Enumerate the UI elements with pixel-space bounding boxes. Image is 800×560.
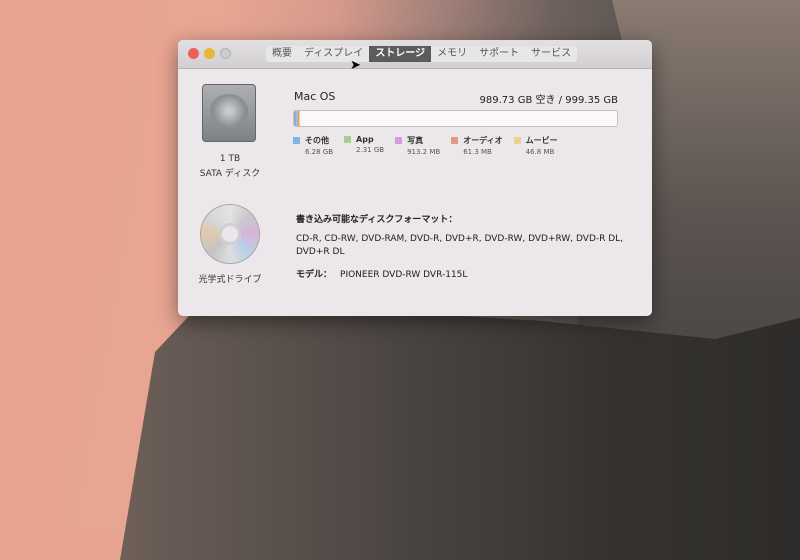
color-swatch <box>395 137 403 144</box>
tab-bar: 概要 ディスプレイ ストレージ メモリ サポート サービス <box>266 46 578 62</box>
legend-apps: App 2.31 GB <box>344 135 384 156</box>
disk-type: SATA ディスク <box>199 169 261 179</box>
color-swatch <box>513 137 521 144</box>
legend-size: 2.31 GB <box>356 146 385 154</box>
hard-disk-icon <box>202 84 256 142</box>
legend-other: その他 6.28 GB <box>293 135 333 156</box>
tab-service[interactable]: サービス <box>525 46 577 62</box>
optical-drive-label: 光学式ドライブ <box>198 275 262 285</box>
optical-disc-icon <box>200 204 260 264</box>
formats-heading: 書き込み可能なディスクフォーマット： <box>296 215 458 225</box>
color-swatch <box>344 136 352 143</box>
storage-legend: その他 6.28 GB App 2.31 GB 写真 913.2 MB オーディオ 61… <box>293 135 569 156</box>
close-button[interactable] <box>188 48 199 59</box>
drive-model: モデル： PIONEER DVD-RW DVR-115L <box>296 267 467 280</box>
usage-segment <box>299 111 301 126</box>
legend-size: 46.8 MB <box>525 148 555 156</box>
formats-list: CD-R, CD-RW, DVD-RAM, DVD-R, DVD+R, DVD-… <box>296 234 624 257</box>
legend-label: 写真 <box>407 136 424 145</box>
title-bar: 概要 ディスプレイ ストレージ メモリ サポート サービス ➤ <box>178 40 652 73</box>
legend-label: ムービー <box>525 136 558 145</box>
disk-capacity: 1 TB <box>219 154 241 164</box>
legend-size: 913.2 MB <box>407 148 441 156</box>
storage-usage-bar <box>293 110 618 127</box>
legend-size: 6.28 GB <box>305 148 334 156</box>
model-value: PIONEER DVD-RW DVR-115L <box>340 270 468 280</box>
legend-size: 61.3 MB <box>463 148 492 156</box>
legend-audio: オーディオ 61.3 MB <box>451 135 503 156</box>
model-label: モデル： <box>296 270 333 280</box>
about-this-mac-window: 概要 ディスプレイ ストレージ メモリ サポート サービス ➤ 1 TB SAT… <box>178 40 652 316</box>
volume-name: Mac OS <box>294 90 336 103</box>
tab-storage[interactable]: ストレージ <box>369 46 432 62</box>
zoom-button[interactable] <box>220 48 231 59</box>
legend-photos: 写真 913.2 MB <box>395 135 440 156</box>
tab-memory[interactable]: メモリ <box>431 46 473 62</box>
legend-movies: ムービー 46.8 MB <box>513 135 558 156</box>
tab-overview[interactable]: 概要 <box>266 46 298 62</box>
wallpaper-rock <box>120 300 800 560</box>
legend-label: App <box>356 135 374 144</box>
free-space: 989.73 GB 空き / 999.35 GB <box>479 95 618 106</box>
minimize-button[interactable] <box>204 48 215 59</box>
color-swatch <box>293 137 300 144</box>
legend-label: オーディオ <box>463 136 503 145</box>
color-swatch <box>451 137 459 144</box>
legend-label: その他 <box>305 136 329 145</box>
mouse-pointer-icon: ➤ <box>350 58 361 73</box>
tab-support[interactable]: サポート <box>473 46 525 62</box>
